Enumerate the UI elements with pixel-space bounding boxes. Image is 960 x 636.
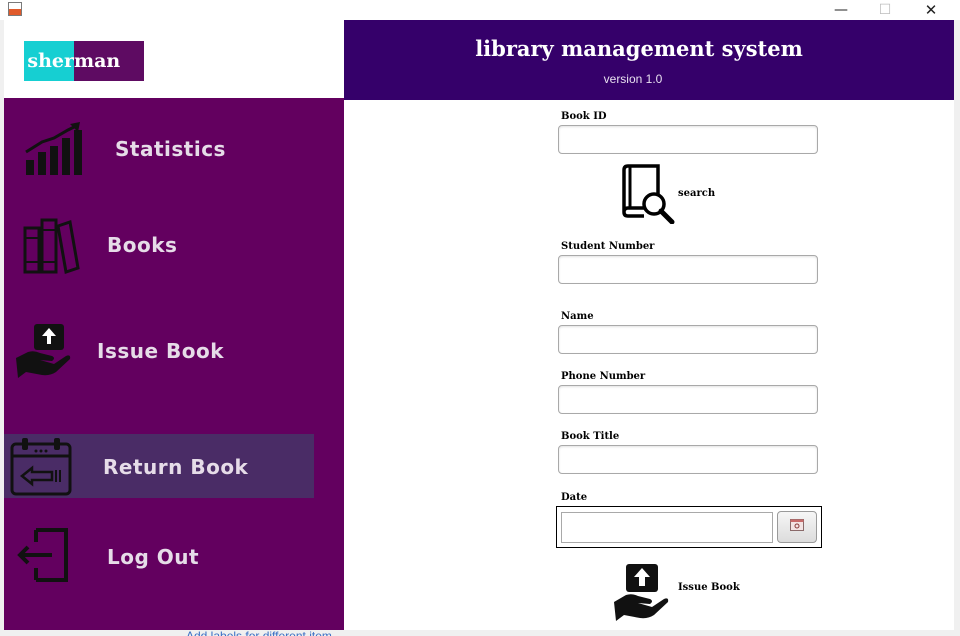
student-number-input[interactable] <box>558 255 818 284</box>
sidebar-item-return-book[interactable]: Return Book <box>4 434 314 498</box>
sidebar-logo-area: sher man <box>4 20 344 98</box>
window-titlebar: — ☐ ✕ <box>0 0 960 20</box>
phone-number-label: Phone Number <box>561 371 646 382</box>
app-logo: sher man <box>24 41 144 81</box>
phone-number-input[interactable] <box>558 385 818 414</box>
date-input[interactable] <box>561 512 773 543</box>
sidebar-item-books[interactable]: Books <box>4 212 344 276</box>
close-button[interactable]: ✕ <box>908 0 954 20</box>
background-window-text: Add labels for different item <box>186 629 332 636</box>
calendar-return-icon <box>10 436 72 501</box>
search-label: search <box>678 188 716 199</box>
logo-part-1: sher <box>24 41 74 81</box>
name-label: Name <box>561 311 594 322</box>
name-input[interactable] <box>558 325 818 354</box>
date-chooser <box>556 506 822 548</box>
chart-icon <box>24 122 86 181</box>
logo-part-2: man <box>74 41 144 81</box>
student-number-label: Student Number <box>561 241 655 252</box>
java-app-icon <box>8 2 22 16</box>
sidebar-nav: Statistics Books Issue Book Return Book … <box>4 98 344 630</box>
issue-form-panel: Book ID search Student Number Name Phone… <box>344 100 954 630</box>
sidebar-item-label: Issue Book <box>97 339 225 363</box>
window-border-bottom <box>0 630 960 636</box>
issue-book-button[interactable]: Issue Book <box>612 562 740 627</box>
search-button[interactable]: search <box>620 162 715 225</box>
book-title-input[interactable] <box>558 445 818 474</box>
page-title: library management system <box>475 36 803 61</box>
book-id-input[interactable] <box>558 125 818 154</box>
maximize-button[interactable]: ☐ <box>862 0 908 20</box>
sidebar-item-statistics[interactable]: Statistics <box>4 116 344 180</box>
calendar-icon <box>790 518 804 536</box>
sidebar-item-label: Statistics <box>115 137 226 161</box>
hand-upload-icon <box>612 562 670 627</box>
window-border-right <box>954 20 960 636</box>
hand-upload-icon <box>14 322 72 385</box>
date-picker-button[interactable] <box>777 511 817 543</box>
minimize-button[interactable]: — <box>818 0 864 20</box>
issue-book-label: Issue Book <box>678 582 740 593</box>
sidebar-item-label: Log Out <box>107 545 200 569</box>
version-label: version 1.0 <box>603 72 663 86</box>
logout-icon <box>14 526 70 589</box>
book-search-icon <box>620 164 676 229</box>
sidebar-item-log-out[interactable]: Log Out <box>4 524 344 588</box>
sidebar-item-issue-book[interactable]: Issue Book <box>4 318 344 382</box>
sidebar-item-label: Books <box>107 233 178 257</box>
book-id-label: Book ID <box>561 111 607 122</box>
app-header: library management system version 1.0 <box>344 20 954 100</box>
book-title-label: Book Title <box>561 431 620 442</box>
date-label: Date <box>561 492 588 503</box>
books-icon <box>22 216 80 279</box>
sidebar-item-label: Return Book <box>103 455 249 479</box>
